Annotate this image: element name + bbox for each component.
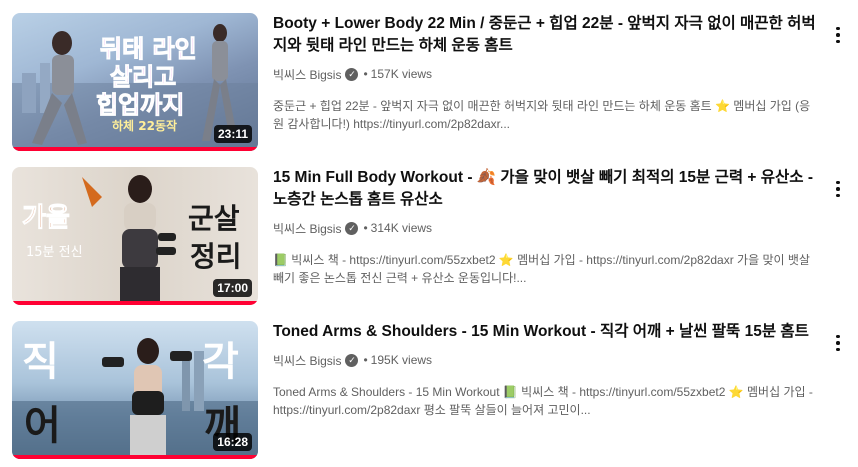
video-meta-3: 빅씨스 Bigsis ✓ • 195K views xyxy=(273,351,819,369)
channel-name-2[interactable]: 빅씨스 Bigsis xyxy=(273,220,341,237)
video-title-2[interactable]: 15 Min Full Body Workout - 🍂 가을 맞이 뱃살 빼기… xyxy=(273,167,819,211)
thumbnail-text-2c: 군살 xyxy=(188,202,240,235)
video-description-1: 중둔근 + 힙업 22분 - 앞벅지 자극 없이 매끈한 허벅지와 뒷태 라인 … xyxy=(273,99,811,131)
thumbnail-text-2b: 15분 전신 xyxy=(26,245,83,260)
check-circle-icon: ✓ xyxy=(345,353,359,367)
video-meta-1: 빅씨스 Bigsis ✓ • 157K views xyxy=(273,65,819,83)
video-results-list: 뒤태 라인 살리고 힙업까지 하체 22동작 23:11 Booty + Low… xyxy=(0,0,858,467)
watch-progress-1 xyxy=(12,147,258,151)
video-thumbnail-3[interactable]: 직 어 각 깨 16:28 xyxy=(12,321,258,459)
video-title-1[interactable]: Booty + Lower Body 22 Min / 중둔근 + 힙업 22분… xyxy=(273,13,819,57)
view-count-3: 195K views xyxy=(370,353,433,367)
thumbnail-text-3a: 직 xyxy=(22,339,59,385)
thumbnail-text-3b: 어 xyxy=(24,403,61,449)
thumbnail-text-2a: 가을 xyxy=(22,203,71,234)
separator-dot: • xyxy=(363,221,368,235)
thumbnail-text-3c: 각 xyxy=(202,339,239,385)
thumbnail-text-2d: 정리 xyxy=(190,240,242,273)
thumbnail-text-1d: 하체 22동작 xyxy=(112,119,178,133)
thumbnail-text-1c: 힙업까지 xyxy=(95,91,185,120)
video-result-1[interactable]: 뒤태 라인 살리고 힙업까지 하체 22동작 23:11 Booty + Low… xyxy=(0,13,858,153)
video-description-2: 📗 빅씨스 책 - https://tinyurl.com/55zxbet2 ⭐… xyxy=(273,253,810,285)
check-circle-icon: ✓ xyxy=(345,221,359,235)
separator-dot: • xyxy=(363,353,368,367)
channel-name-3[interactable]: 빅씨스 Bigsis xyxy=(273,352,341,369)
more-vert-icon[interactable] xyxy=(828,23,848,47)
watch-progress-3 xyxy=(12,455,258,459)
video-result-2[interactable]: 가을 15분 전신 군살 정리 17:00 15 Min Full Body W… xyxy=(0,167,858,307)
video-duration-2: 17:00 xyxy=(213,279,252,297)
view-count-1: 157K views xyxy=(370,67,433,81)
video-thumbnail-2[interactable]: 가을 15분 전신 군살 정리 17:00 xyxy=(12,167,258,305)
separator-dot: • xyxy=(363,67,368,81)
video-description-3: Toned Arms & Shoulders - 15 Min Workout … xyxy=(273,385,813,417)
video-thumbnail-1[interactable]: 뒤태 라인 살리고 힙업까지 하체 22동작 23:11 xyxy=(12,13,258,151)
video-meta-2: 빅씨스 Bigsis ✓ • 314K views xyxy=(273,219,819,237)
more-vert-icon[interactable] xyxy=(828,177,848,201)
video-title-3[interactable]: Toned Arms & Shoulders - 15 Min Workout … xyxy=(273,321,819,343)
channel-name-1[interactable]: 빅씨스 Bigsis xyxy=(273,66,341,83)
check-circle-icon: ✓ xyxy=(345,67,359,81)
video-result-3[interactable]: 직 어 각 깨 16:28 Toned Arms & Shoulders - 1… xyxy=(0,321,858,461)
video-info-1: Booty + Lower Body 22 Min / 중둔근 + 힙업 22분… xyxy=(273,13,819,133)
video-info-2: 15 Min Full Body Workout - 🍂 가을 맞이 뱃살 빼기… xyxy=(273,167,819,287)
video-duration-3: 16:28 xyxy=(213,433,252,451)
video-duration-1: 23:11 xyxy=(213,125,252,143)
view-count-2: 314K views xyxy=(370,221,433,235)
watch-progress-2 xyxy=(12,301,258,305)
more-vert-icon[interactable] xyxy=(828,331,848,355)
video-info-3: Toned Arms & Shoulders - 15 Min Workout … xyxy=(273,321,819,419)
